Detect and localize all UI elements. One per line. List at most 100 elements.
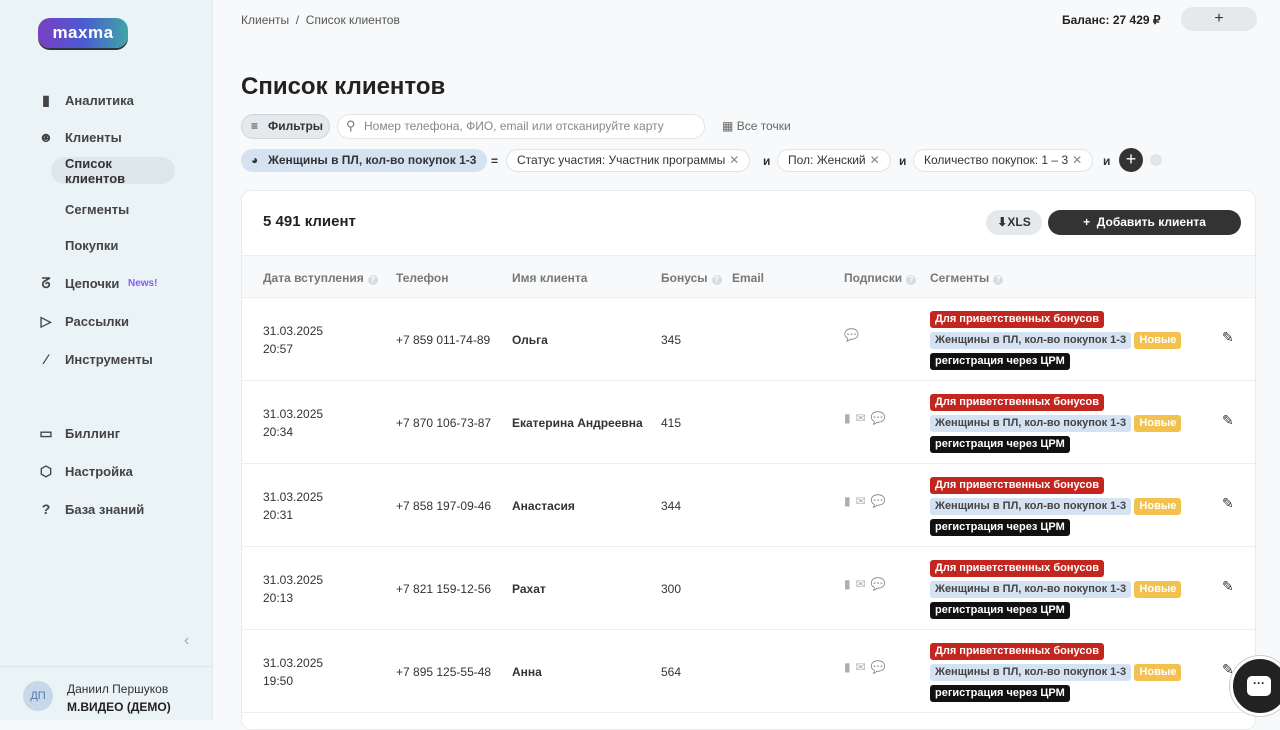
breadcrumb-current: Список клиентов bbox=[305, 13, 400, 27]
add-condition-button[interactable]: + bbox=[1119, 148, 1143, 172]
remove-condition-icon[interactable]: ✕ bbox=[1072, 153, 1082, 167]
client-name[interactable]: Екатерина Андреевна bbox=[512, 416, 643, 430]
segment-tag: Для приветственных бонусов bbox=[930, 560, 1104, 577]
sidebar-item-label: Список клиентов bbox=[65, 155, 126, 186]
bonus: 564 bbox=[661, 665, 682, 679]
condition-label: Количество покупок: 1 – 3 bbox=[924, 153, 1069, 167]
remove-condition-icon[interactable]: ✕ bbox=[729, 153, 739, 167]
join-date: 31.03.2025 20:57 bbox=[263, 324, 324, 356]
balance: Баланс: 27 429 ₽ bbox=[1062, 13, 1161, 27]
segment-tag: регистрация через ЦРМ bbox=[930, 436, 1070, 453]
clear-conditions-icon[interactable] bbox=[1150, 154, 1162, 166]
segment-tag: Для приветственных бонусов bbox=[930, 477, 1104, 494]
client-count: 5 491 клиент bbox=[263, 213, 356, 230]
edit-icon[interactable]: ✎ bbox=[1222, 412, 1234, 429]
column-subscriptions[interactable]: Подписки? bbox=[844, 271, 917, 285]
logo[interactable]: maxma bbox=[38, 18, 128, 48]
table-row[interactable]: 31.03.2025 20:31 +7 858 197-09-46 Анастас… bbox=[242, 464, 1255, 547]
segment-tag: Для приветственных бонусов bbox=[930, 643, 1104, 660]
sidebar-item-label: Покупки bbox=[65, 237, 119, 253]
export-xls-button[interactable]: ⬇XLS bbox=[986, 210, 1042, 235]
sidebar-item[interactable]: Сегменты bbox=[0, 194, 213, 224]
client-name[interactable]: Анна bbox=[512, 665, 542, 679]
news-badge: News! bbox=[128, 277, 158, 289]
sidebar-item[interactable]: ⁄ Инструменты bbox=[0, 344, 213, 374]
sidebar-item[interactable]: ᘔ Цепочки News! bbox=[0, 268, 213, 298]
send-icon: ▷ bbox=[40, 312, 52, 329]
mail-icon: ✉ bbox=[855, 411, 871, 425]
add-client-button[interactable]: + Добавить клиента bbox=[1048, 210, 1241, 235]
phone-icon: ▮ bbox=[844, 577, 856, 591]
phone: +7 821 159-12-56 bbox=[396, 582, 492, 596]
all-points-button[interactable]: ▦ Все точки bbox=[722, 119, 791, 133]
search-field[interactable]: ⚲ bbox=[337, 114, 705, 139]
client-name[interactable]: Ольга bbox=[512, 333, 548, 347]
table-row[interactable]: 31.03.2025 20:57 +7 859 011-74-89 Ольга 3… bbox=[242, 298, 1255, 381]
sidebar-item[interactable]: Список клиентов bbox=[51, 155, 175, 186]
hexagon-icon: ⬡ bbox=[39, 462, 53, 479]
mail-icon: ✉ bbox=[855, 494, 871, 508]
condition-label: Статус участия: Участник программы bbox=[517, 153, 726, 167]
column-segments[interactable]: Сегменты? bbox=[930, 271, 1004, 285]
edit-icon[interactable]: ✎ bbox=[1222, 329, 1234, 346]
segment-tag: Женщины в ПЛ, кол-во покупок 1-3 bbox=[930, 415, 1132, 432]
help-icon[interactable]: ? bbox=[906, 275, 917, 285]
segment-tag: регистрация через ЦРМ bbox=[930, 685, 1070, 702]
phone: +7 870 106-73-87 bbox=[396, 416, 492, 430]
client-name[interactable]: Анастасия bbox=[512, 499, 575, 513]
clients-table-card: 5 491 клиент ⬇XLS + Добавить клиента Дат… bbox=[241, 190, 1256, 730]
segment-tag: Для приветственных бонусов bbox=[930, 311, 1104, 328]
remove-condition-icon[interactable]: ✕ bbox=[870, 153, 880, 167]
help-icon: ? bbox=[41, 501, 51, 517]
help-icon[interactable]: ? bbox=[367, 275, 378, 285]
column-bonus[interactable]: Бонусы? bbox=[661, 271, 722, 285]
condition-chip[interactable]: Пол: Женский ✕ bbox=[777, 149, 891, 172]
segments: Для приветственных бонусов Женщины в ПЛ,… bbox=[930, 309, 1200, 372]
pie-chart-icon: ◕ bbox=[251, 153, 259, 167]
sidebar-item[interactable]: ⬡ Настройка bbox=[0, 456, 213, 486]
breadcrumb-clients[interactable]: Клиенты bbox=[241, 13, 289, 27]
sidebar-item[interactable]: ▭ Биллинг bbox=[0, 418, 213, 448]
help-icon[interactable]: ? bbox=[711, 275, 722, 285]
add-client-label: Добавить клиента bbox=[1096, 215, 1206, 229]
subscriptions: ▮✉💬 bbox=[844, 411, 891, 425]
segment-tag: Новые bbox=[1134, 332, 1182, 349]
bonus: 344 bbox=[661, 499, 682, 513]
segment-tag: Женщины в ПЛ, кол-во покупок 1-3 bbox=[930, 332, 1132, 349]
segment-tag: регистрация через ЦРМ bbox=[930, 602, 1070, 619]
magic-wand-icon: ⁄ bbox=[44, 351, 48, 367]
user-profile[interactable]: ДП Даниил Першуков М.ВИДЕО (ДЕМО) bbox=[0, 666, 213, 720]
card-icon: ▭ bbox=[39, 424, 53, 441]
sidebar-item[interactable]: ▷ Рассылки bbox=[0, 306, 213, 336]
edit-icon[interactable]: ✎ bbox=[1222, 495, 1234, 512]
sidebar-item-label: Рассылки bbox=[65, 313, 130, 329]
top-up-button[interactable]: + bbox=[1181, 7, 1257, 31]
collapse-sidebar-icon[interactable]: ‹ bbox=[184, 632, 189, 650]
mail-icon: ✉ bbox=[855, 577, 871, 591]
sidebar-item[interactable]: ☻ Клиенты bbox=[0, 122, 213, 152]
filters-button[interactable]: ≡ Фильтры bbox=[241, 114, 330, 139]
subscriptions: ▮✉💬 bbox=[844, 494, 891, 508]
sidebar-item[interactable]: Покупки bbox=[0, 230, 213, 260]
sidebar-item-label: Аналитика bbox=[65, 92, 134, 108]
condition-chip[interactable]: Статус участия: Участник программы ✕ bbox=[506, 149, 751, 172]
table-row[interactable]: 31.03.2025 20:13 +7 821 159-12-56 Рахат 3… bbox=[242, 547, 1255, 630]
breadcrumb: Клиенты / Список клиентов bbox=[241, 13, 400, 27]
help-icon[interactable]: ? bbox=[993, 275, 1004, 285]
chat-icon: 💬 bbox=[870, 494, 891, 508]
column-phone: Телефон bbox=[396, 271, 449, 285]
client-name[interactable]: Рахат bbox=[512, 582, 546, 596]
table-row[interactable]: 31.03.2025 20:34 +7 870 106-73-87 Екатери… bbox=[242, 381, 1255, 464]
table-row[interactable]: 31.03.2025 19:50 +7 895 125-55-48 Анна 56… bbox=[242, 630, 1255, 713]
sidebar-item[interactable]: ? База знаний bbox=[0, 494, 213, 524]
condition-chip[interactable]: Количество покупок: 1 – 3 ✕ bbox=[913, 149, 1094, 172]
download-icon: ⬇ bbox=[997, 215, 1008, 229]
chat-icon: 💬 bbox=[870, 411, 891, 425]
segment-chip[interactable]: ◕ Женщины в ПЛ, кол-во покупок 1-3 bbox=[241, 149, 488, 172]
edit-icon[interactable]: ✎ bbox=[1222, 578, 1234, 595]
segments: Для приветственных бонусов Женщины в ПЛ,… bbox=[930, 392, 1200, 455]
sidebar-item[interactable]: ▮ Аналитика bbox=[0, 85, 213, 115]
sidebar: maxma ▮ Аналитика ☻ Клиенты Список клиентов С… bbox=[0, 0, 213, 720]
search-input[interactable] bbox=[364, 119, 694, 133]
column-date[interactable]: Дата вступления? bbox=[263, 271, 378, 285]
